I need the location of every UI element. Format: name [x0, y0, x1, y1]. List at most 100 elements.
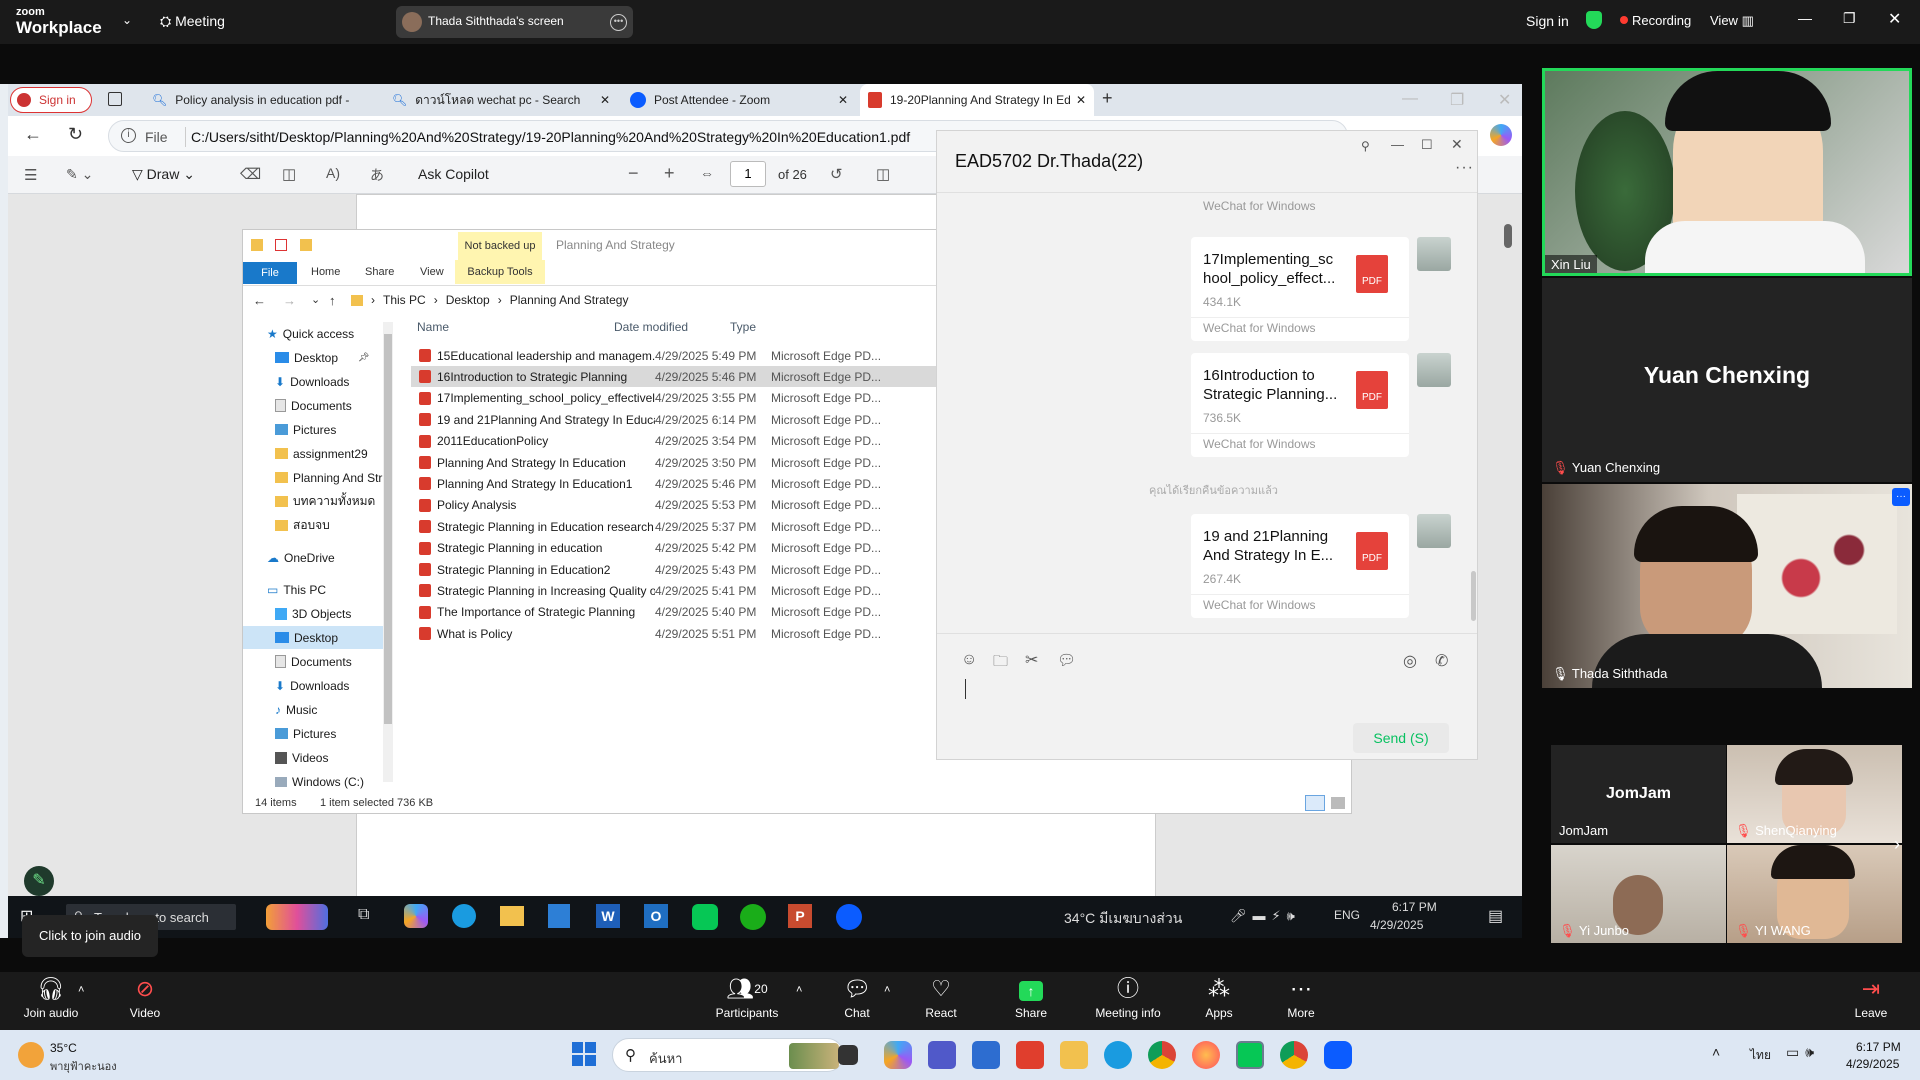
- column-date[interactable]: Date modified: [614, 320, 688, 334]
- phone-icon[interactable]: ✆: [1435, 651, 1448, 671]
- file-row[interactable]: 2011EducationPolicy 4/29/2025 3:54 PM Micr…: [411, 431, 971, 452]
- zoom-in-icon[interactable]: +: [664, 163, 675, 184]
- video-tile-jomjam[interactable]: JomJam JomJam: [1551, 745, 1726, 843]
- chat-button[interactable]: 💬︎ Chat: [812, 972, 902, 1030]
- nav-this-pc[interactable]: ▭ This PC: [267, 578, 326, 601]
- tray-network-volume-icons[interactable]: ▭🕪: [1786, 1044, 1820, 1061]
- breadcrumb-desktop[interactable]: Desktop: [446, 293, 490, 307]
- tray-icons[interactable]: 🎤︎▬⚡︎🕪: [1230, 908, 1301, 924]
- participants-chevron-icon[interactable]: ˄: [796, 984, 802, 996]
- copilot-taskbar-icon[interactable]: [404, 904, 428, 928]
- nav-scrollbar[interactable]: [383, 322, 393, 782]
- restore-icon[interactable]: ❐: [1843, 10, 1856, 27]
- ribbon-tab-home[interactable]: Home: [311, 266, 340, 278]
- leave-button[interactable]: ⇥ Leave: [1826, 972, 1916, 1030]
- outlook-taskbar-icon[interactable]: O: [644, 904, 668, 928]
- chat-maximize-icon[interactable]: ☐: [1421, 137, 1433, 153]
- sender-avatar[interactable]: [1417, 353, 1451, 387]
- ribbon-tab-backup-tools[interactable]: Backup Tools: [455, 260, 545, 284]
- tile-more-icon[interactable]: ···: [1892, 488, 1910, 506]
- details-view-icon[interactable]: [1305, 795, 1325, 811]
- notification-icon[interactable]: ▤: [1488, 906, 1503, 926]
- new-folder-icon[interactable]: [299, 239, 312, 251]
- close-tab-icon[interactable]: ✕: [838, 93, 848, 107]
- live-icon[interactable]: ◎: [1403, 651, 1417, 671]
- edge-icon[interactable]: [1104, 1041, 1132, 1069]
- chrome-profile-icon[interactable]: [1280, 1041, 1308, 1069]
- nav-desktop[interactable]: Desktop 📌︎: [275, 346, 369, 369]
- nav-downloads[interactable]: ⬇ Downloads: [275, 370, 349, 393]
- clock-time[interactable]: 6:17 PM: [1856, 1040, 1901, 1054]
- nav-music[interactable]: ♪ Music: [275, 698, 317, 721]
- ask-copilot-button[interactable]: Ask Copilot: [418, 166, 489, 182]
- video-button[interactable]: ⊘ Video: [100, 972, 190, 1030]
- send-button[interactable]: Send (S): [1353, 723, 1449, 753]
- nav-back-icon[interactable]: ←: [253, 293, 266, 308]
- sign-in-link[interactable]: Sign in: [1526, 13, 1569, 29]
- ribbon-tab-file[interactable]: File: [243, 262, 297, 284]
- tab-actions-icon[interactable]: [108, 92, 122, 106]
- file-row[interactable]: The Importance of Strategic Planning 4/29…: [411, 602, 971, 623]
- more-options-icon[interactable]: •••: [610, 14, 627, 31]
- nav-exam[interactable]: สอบจบ: [275, 514, 330, 537]
- read-aloud-icon[interactable]: A): [326, 165, 340, 181]
- share-button[interactable]: ↑ Share: [986, 972, 1076, 1030]
- nav-onedrive[interactable]: ☁ OneDrive: [267, 546, 335, 569]
- pdf-scrollbar-thumb[interactable]: [1504, 224, 1512, 248]
- emoji-icon[interactable]: ☺: [961, 651, 977, 669]
- rotate-icon[interactable]: ↺: [830, 165, 843, 183]
- teams-icon[interactable]: [928, 1041, 956, 1069]
- inner-lang[interactable]: ENG: [1334, 908, 1360, 922]
- file-row[interactable]: Strategic Planning in Education2 4/29/202…: [411, 559, 971, 580]
- close-tab-icon[interactable]: ✕: [600, 93, 610, 107]
- file-explorer-icon[interactable]: [1060, 1041, 1088, 1069]
- next-page-icon[interactable]: ›: [1894, 834, 1900, 855]
- edge-close-icon[interactable]: ✕: [1498, 90, 1511, 110]
- video-tile-active-speaker[interactable]: Xin Liu: [1542, 68, 1912, 276]
- new-tab-icon[interactable]: +: [1102, 88, 1113, 109]
- file-message[interactable]: 17Implementing_sc hool_policy_effect... …: [1191, 237, 1409, 341]
- more-button[interactable]: ⋯ More: [1256, 972, 1346, 1030]
- annotate-pen-icon[interactable]: ✎: [24, 866, 54, 896]
- scissors-icon[interactable]: ✂: [1025, 650, 1038, 670]
- nav-documents-pc[interactable]: Documents: [275, 650, 352, 673]
- screen-share-pill[interactable]: Thada Siththada's screen •••: [396, 6, 633, 38]
- file-row[interactable]: 17Implementing_school_policy_effectively…: [411, 388, 971, 409]
- nav-downloads-pc[interactable]: ⬇ Downloads: [275, 674, 349, 697]
- large-icons-view-icon[interactable]: [1331, 797, 1345, 809]
- input-language[interactable]: ไทย: [1750, 1046, 1771, 1065]
- video-tile-shenqianying[interactable]: 🎙︎ ShenQianying: [1727, 745, 1902, 843]
- participants-button[interactable]: 👥︎20 Participants: [702, 972, 792, 1030]
- wechat-taskbar-icon[interactable]: [740, 904, 766, 930]
- close-icon[interactable]: ✕: [1888, 9, 1901, 29]
- task-view-icon[interactable]: ⧉: [358, 906, 369, 924]
- message-input[interactable]: [937, 673, 1477, 719]
- tab-active-pdf[interactable]: 19-20Planning And Strategy In Ed ✕: [860, 84, 1094, 116]
- nav-pictures[interactable]: Pictures: [275, 418, 336, 441]
- back-arrow-icon[interactable]: ←: [24, 124, 42, 145]
- video-tile-yuan[interactable]: Yuan Chenxing 🎙︎ Yuan Chenxing: [1542, 278, 1912, 482]
- minimize-icon[interactable]: —: [1798, 10, 1812, 26]
- file-row[interactable]: Strategic Planning in education 4/29/2025…: [411, 538, 971, 559]
- refresh-icon[interactable]: ↻: [68, 124, 83, 145]
- page-view-icon[interactable]: ◫: [876, 165, 890, 183]
- chat-scrollbar-thumb[interactable]: [1471, 571, 1476, 621]
- audio-options-chevron-icon[interactable]: ˄: [78, 984, 84, 996]
- column-name[interactable]: Name: [417, 320, 449, 334]
- start-button[interactable]: [572, 1042, 596, 1066]
- close-tab-icon[interactable]: ✕: [1076, 93, 1086, 107]
- view-menu[interactable]: View ▥: [1710, 13, 1754, 29]
- file-row[interactable]: Policy Analysis 4/29/2025 5:53 PM Microsof…: [411, 495, 971, 516]
- fit-page-icon[interactable]: ⇔: [700, 165, 714, 181]
- page-number-input[interactable]: 1: [730, 161, 766, 187]
- chrome-icon[interactable]: [1148, 1041, 1176, 1069]
- checkbox-icon[interactable]: [275, 239, 288, 251]
- file-message[interactable]: 19 and 21Planning And Strategy In E... 2…: [1191, 514, 1409, 618]
- tab-post-attendee[interactable]: Post Attendee - Zoom ✕: [622, 84, 856, 116]
- edge-minimize-icon[interactable]: —: [1402, 90, 1418, 108]
- edge-sign-in-button[interactable]: Sign in: [10, 87, 92, 113]
- zoom-out-icon[interactable]: −: [628, 163, 639, 184]
- nav-3d-objects[interactable]: 3D Objects: [275, 602, 351, 625]
- nav-forward-icon[interactable]: →: [283, 293, 296, 308]
- nav-videos[interactable]: Videos: [275, 746, 328, 769]
